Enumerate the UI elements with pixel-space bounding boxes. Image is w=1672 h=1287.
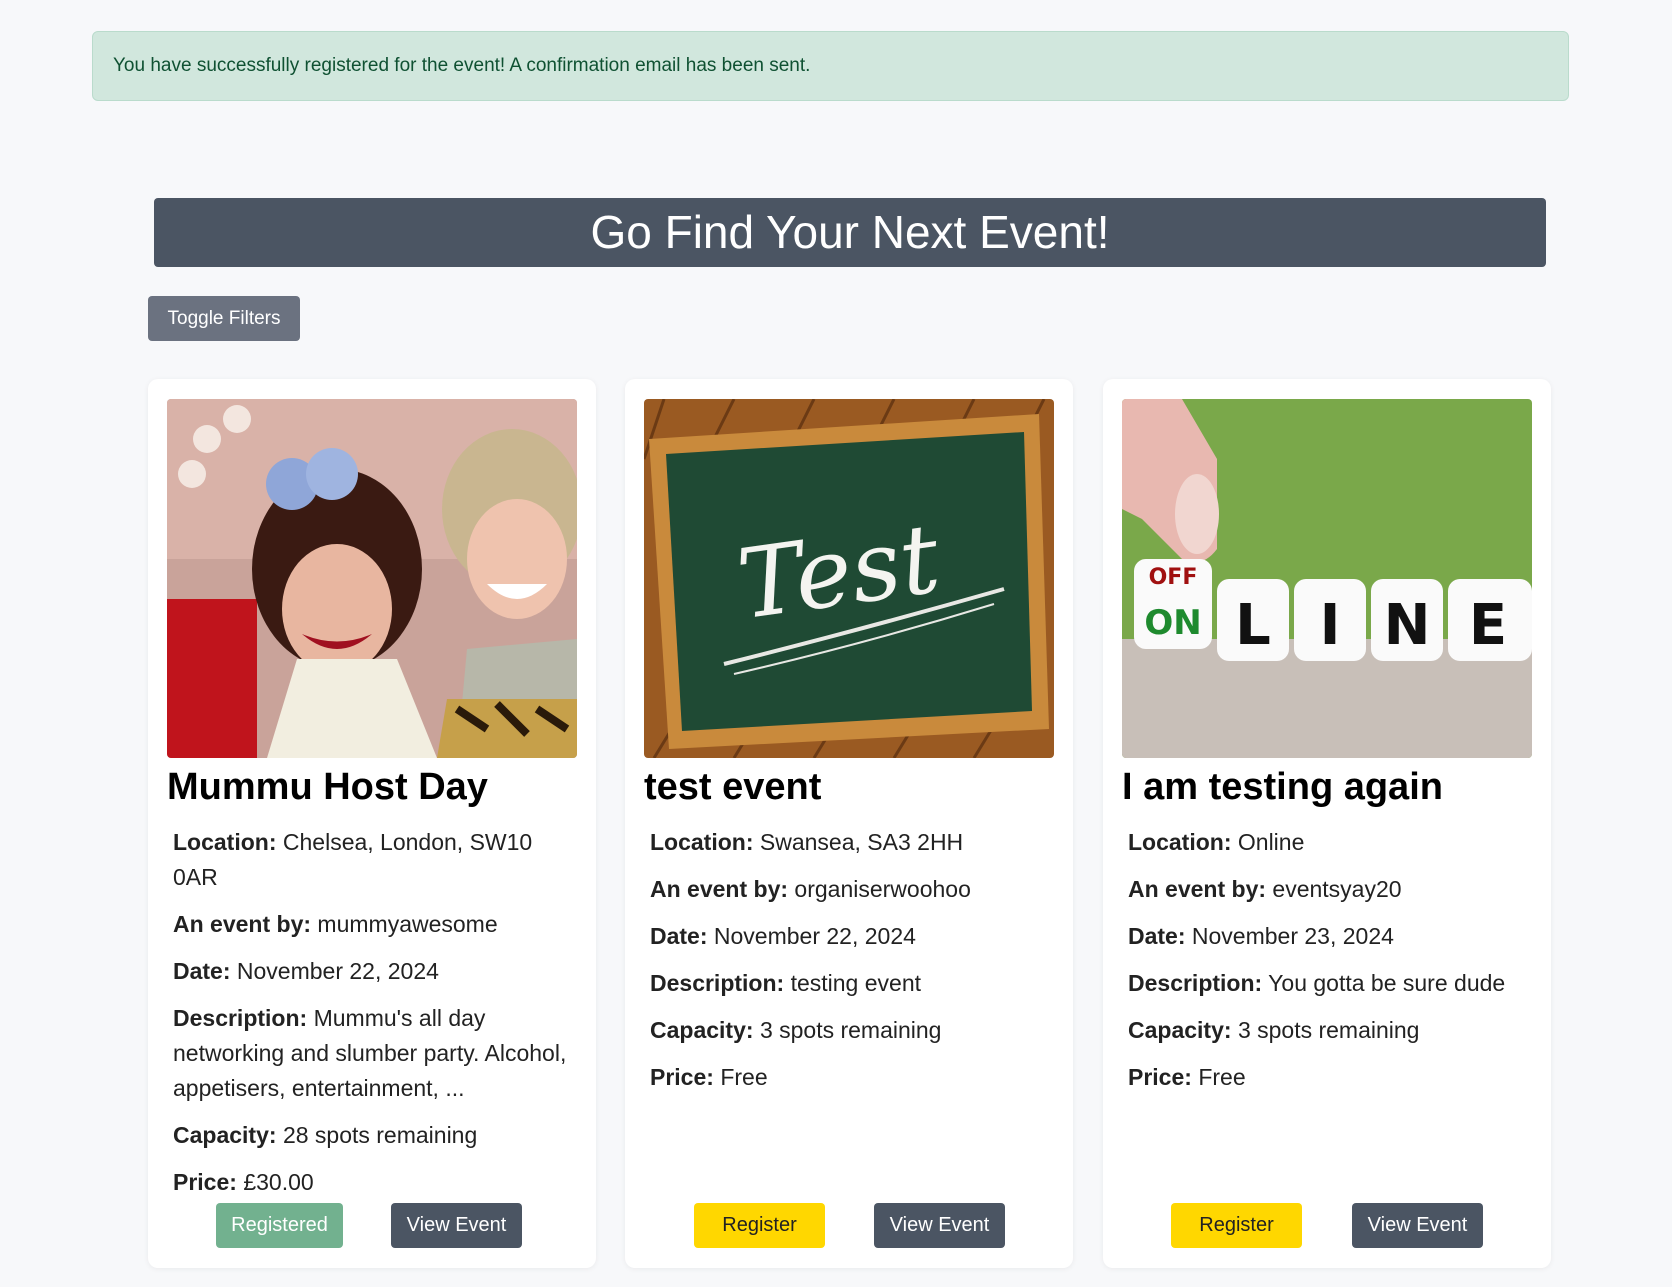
die-off-text: OFF — [1149, 565, 1198, 590]
event-location: Location: Chelsea, London, SW10 0AR — [173, 829, 533, 890]
event-description: Description: You gotta be sure dude — [1128, 970, 1506, 996]
event-date: Date: November 23, 2024 — [1128, 923, 1394, 949]
event-image: OFF ON L I N E — [1122, 399, 1532, 758]
event-card: OFF ON L I N E I am testing again Locati… — [1103, 379, 1551, 1268]
event-details: Location: Online An event by: eventsyay2… — [1128, 825, 1528, 1107]
die-letter: E — [1469, 593, 1507, 658]
register-button[interactable]: Register — [694, 1203, 825, 1248]
event-card: Mummu Host Day Location: Chelsea, London… — [148, 379, 596, 1268]
view-event-button[interactable]: View Event — [391, 1203, 522, 1248]
die-letter: L — [1235, 593, 1271, 658]
registered-button[interactable]: Registered — [216, 1203, 343, 1248]
event-date: Date: November 22, 2024 — [173, 958, 439, 984]
die-letter: I — [1320, 593, 1341, 658]
alert-message: You have successfully registered for the… — [113, 55, 811, 76]
event-description: Description: testing event — [650, 970, 921, 996]
event-title: test event — [644, 766, 822, 808]
event-card: Test test event Location: Swansea, SA3 2… — [625, 379, 1073, 1268]
event-title: I am testing again — [1122, 766, 1443, 808]
event-location: Location: Swansea, SA3 2HH — [650, 829, 964, 855]
die-on-text: ON — [1144, 603, 1201, 643]
event-organiser: An event by: organiserwoohoo — [650, 876, 971, 902]
event-details: Location: Swansea, SA3 2HH An event by: … — [650, 825, 1050, 1107]
event-price: Price: £30.00 — [173, 1169, 314, 1195]
event-capacity: Capacity: 3 spots remaining — [650, 1017, 942, 1043]
event-description: Description: Mummu's all day networking … — [173, 1005, 567, 1101]
event-location: Location: Online — [1128, 829, 1305, 855]
event-image: Test — [644, 399, 1054, 758]
view-event-button[interactable]: View Event — [874, 1203, 1005, 1248]
event-organiser: An event by: eventsyay20 — [1128, 876, 1402, 902]
event-date: Date: November 22, 2024 — [650, 923, 916, 949]
event-capacity: Capacity: 28 spots remaining — [173, 1122, 478, 1148]
success-alert: You have successfully registered for the… — [92, 31, 1569, 101]
event-image — [167, 399, 577, 758]
toggle-filters-button[interactable]: Toggle Filters — [148, 296, 300, 341]
event-capacity: Capacity: 3 spots remaining — [1128, 1017, 1420, 1043]
event-price: Price: Free — [1128, 1064, 1246, 1090]
die-letter: N — [1384, 593, 1431, 658]
event-title: Mummu Host Day — [167, 766, 488, 808]
event-details: Location: Chelsea, London, SW10 0AR An e… — [173, 825, 573, 1212]
register-button[interactable]: Register — [1171, 1203, 1302, 1248]
event-price: Price: Free — [650, 1064, 768, 1090]
page-title: Go Find Your Next Event! — [154, 198, 1546, 267]
view-event-button[interactable]: View Event — [1352, 1203, 1483, 1248]
event-organiser: An event by: mummyawesome — [173, 911, 498, 937]
